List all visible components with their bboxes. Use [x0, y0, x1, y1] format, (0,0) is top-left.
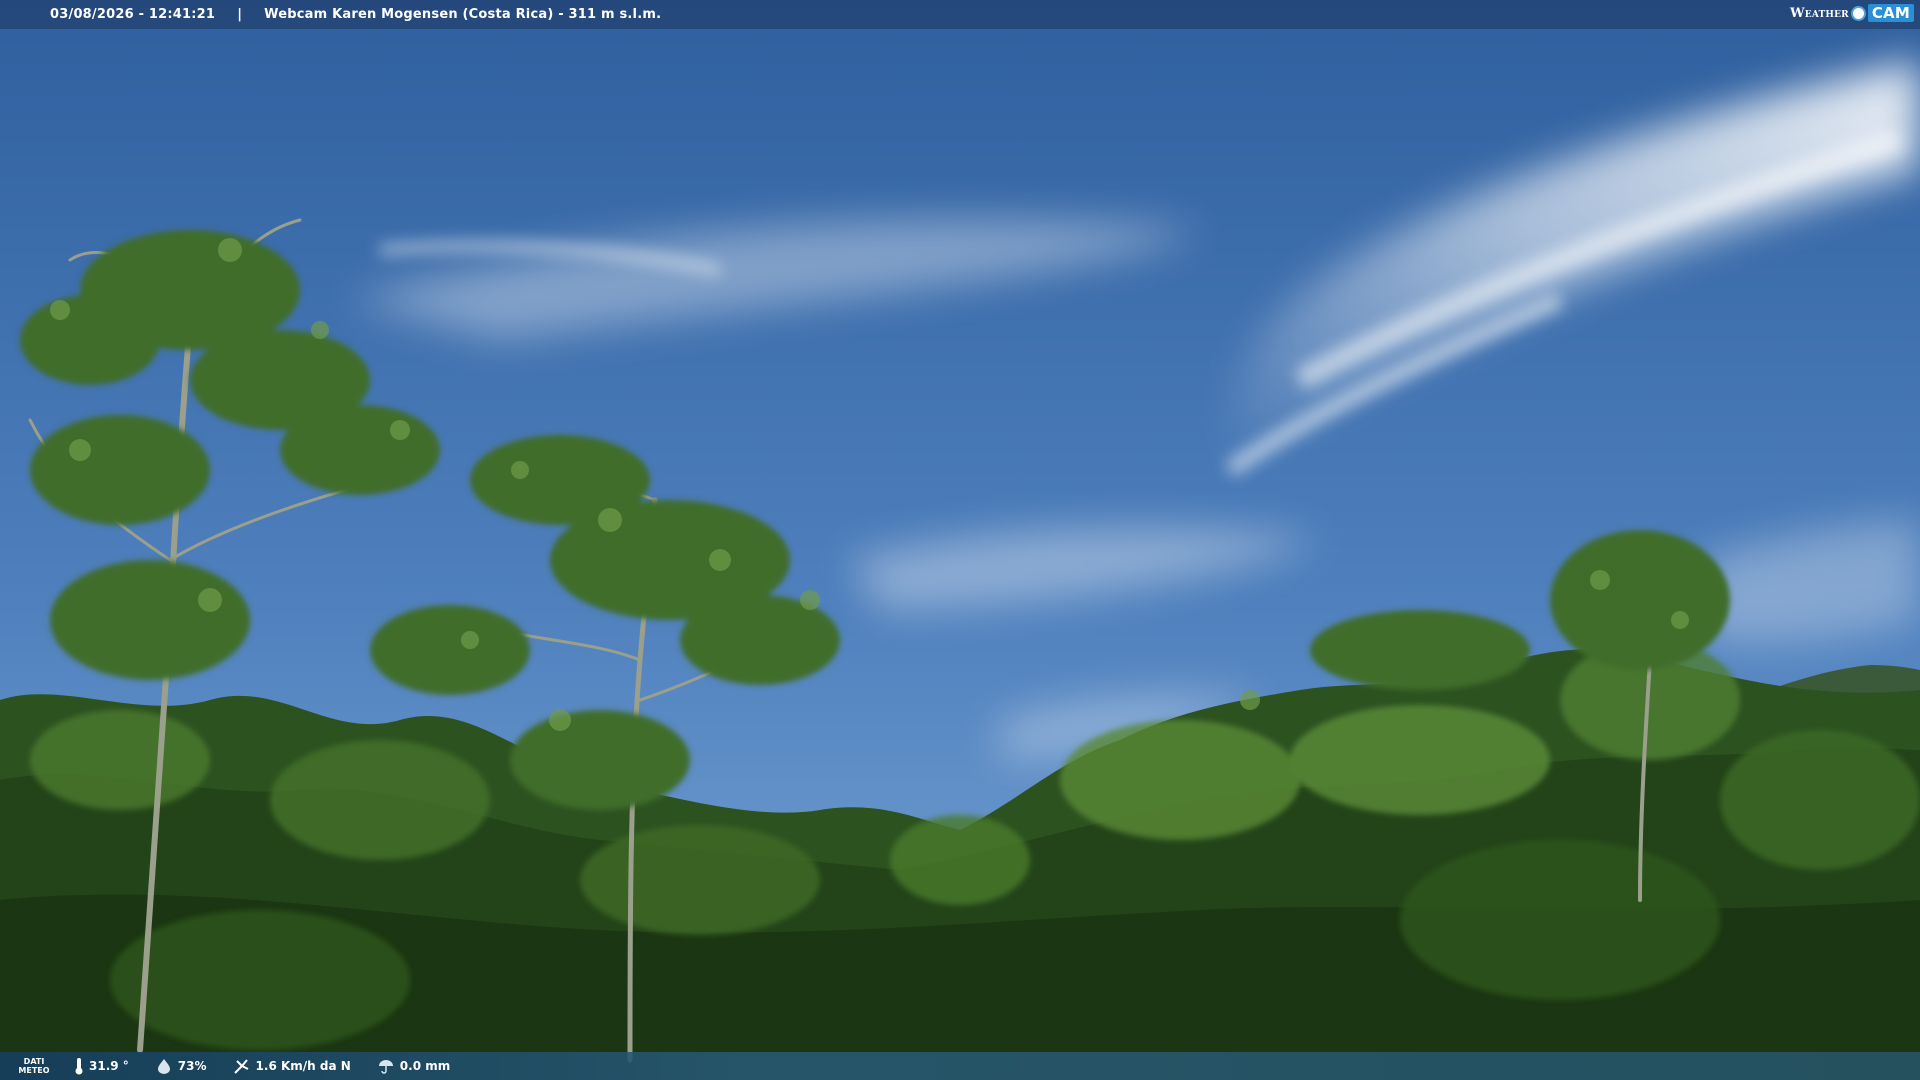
- temperature-value: 31.9 °: [89, 1059, 129, 1073]
- weathercam-logo: Weather CAM: [1790, 4, 1914, 22]
- humidity-icon: [157, 1059, 170, 1074]
- webcam-header-bar: 03/08/2026 - 12:41:21 | Webcam Karen Mog…: [0, 0, 1920, 29]
- datetime-text: 03/08/2026 - 12:41:21: [50, 7, 216, 22]
- wind-value: 1.6 Km/h da N: [255, 1059, 351, 1073]
- humidity-value: 73%: [177, 1059, 207, 1073]
- webcam-scene: [0, 0, 1920, 1080]
- weather-data-bar: DATI METEO 31.9 ° 73% 1.6 Km/h da N 0.0 …: [0, 1052, 1920, 1080]
- brand-dot-icon: [1850, 5, 1866, 21]
- brand-cam-text: CAM: [1867, 4, 1914, 22]
- wind-icon: [233, 1059, 248, 1074]
- thermometer-icon: [75, 1058, 83, 1075]
- rain-reading: 0.0 mm: [377, 1058, 450, 1074]
- wind-reading: 1.6 Km/h da N: [233, 1057, 351, 1075]
- temperature-reading: 31.9 °: [74, 1057, 129, 1075]
- rain-icon: [378, 1060, 393, 1074]
- brand-weather-text: Weather: [1789, 5, 1849, 21]
- header-separator: |: [237, 7, 243, 22]
- humidity-reading: 73%: [155, 1058, 207, 1074]
- webcam-title: Webcam Karen Mogensen (Costa Rica) - 311…: [264, 7, 662, 22]
- dati-meteo-label: DATI METEO: [18, 1057, 50, 1075]
- rain-value: 0.0 mm: [399, 1059, 451, 1073]
